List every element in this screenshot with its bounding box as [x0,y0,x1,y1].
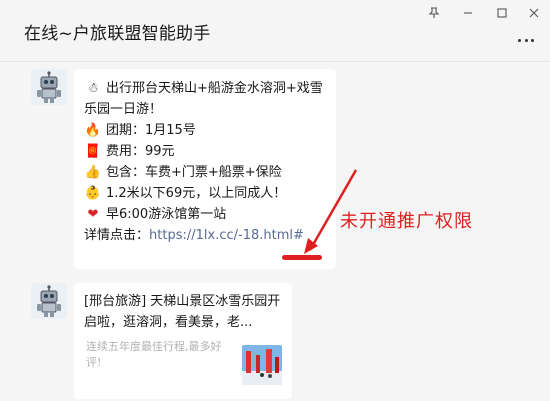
window-header: 在线~户旅联盟智能助手 [0,0,550,62]
robot-avatar[interactable] [31,283,67,319]
card-title: [邢台旅游] 天梯山景区冰雪乐园开启啦，逛溶洞，看美景，老... [84,294,281,330]
fire-emoji: 🔥 [84,123,102,138]
link-prefix: 详情点击： [84,228,150,243]
more-dots-icon[interactable] [514,33,538,47]
message-line: 👍 包含：车费+门票+船票+保险 [84,162,326,183]
minimize-icon[interactable] [456,4,480,22]
heart-emoji: ❤ [87,207,99,222]
child-face-emoji: 👶 [84,186,102,201]
chat-area[interactable]: ☃ 出行邢台天梯山+船游金水溶洞+戏雪乐园一日游！ 🔥 团期：1月15号 🧧 费用：9… [0,63,550,401]
message-text: 早6:00游泳馆第一站 [106,207,227,222]
pin-icon[interactable] [422,4,446,22]
message-text: 费用：99元 [106,144,175,159]
message-line: 🔥 团期：1月15号 [84,120,326,141]
message-line: ☃ 出行邢台天梯山+船游金水溶洞+戏雪乐园一日游！ [84,78,326,120]
maximize-icon[interactable] [490,4,514,22]
chat-title: 在线~户旅联盟智能助手 [24,24,211,44]
annotation-underline [282,255,322,260]
message-line: ❤ 早6:00游泳馆第一站 [84,204,326,225]
message-line: 详情点击： https://1lx.cc/-18.html# [84,225,326,246]
close-icon[interactable] [522,4,546,22]
snowman-emoji: ☃ [87,81,99,96]
detail-link[interactable]: https://1lx.cc/-18.html# [149,225,304,246]
link-card[interactable]: [邢台旅游] 天梯山景区冰雪乐园开启啦，逛溶洞，看美景，老... 连续五年度最佳… [74,283,292,399]
message-text: 1.2米以下69元，以上同成人！ [106,186,287,201]
message-bubble[interactable]: ☃ 出行邢台天梯山+船游金水溶洞+戏雪乐园一日游！ 🔥 团期：1月15号 🧧 费用：9… [74,69,336,269]
message-text: 出行邢台天梯山+船游金水溶洞+戏雪乐园一日游！ [84,81,323,117]
robot-avatar[interactable] [31,69,67,105]
message-line: 🧧 费用：99元 [84,141,326,162]
thumbs-up-emoji: 👍 [84,165,102,180]
card-description: 连续五年度最佳行程,最多好评! [86,340,222,369]
message-line: 👶 1.2米以下69元，以上同成人！ [84,183,326,204]
annotation-arrow-icon [304,169,358,254]
message-text: 包含：车费+门票+船票+保险 [106,165,282,180]
scenic-thumbnail [242,345,282,385]
red-envelope-emoji: 🧧 [84,144,102,159]
message-text: 团期：1月15号 [106,123,196,138]
